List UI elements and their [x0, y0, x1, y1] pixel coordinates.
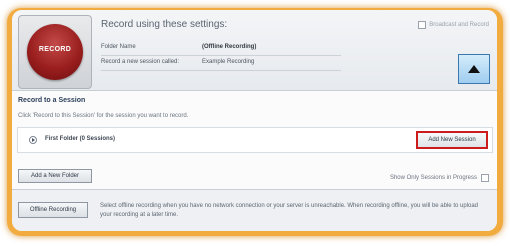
offline-panel: Offline Recording Select offline recordi… — [12, 190, 497, 231]
session-panel-title: Record to a Session — [18, 97, 86, 104]
collapse-button[interactable] — [458, 54, 490, 84]
session-name-field[interactable]: Example Recording — [202, 59, 254, 65]
divider — [101, 70, 341, 71]
record-label: RECORD — [38, 46, 72, 53]
record-icon: RECORD — [27, 24, 83, 80]
folder-name-label: Folder Name — [101, 44, 136, 50]
add-new-session-button[interactable]: Add New Session — [416, 131, 488, 149]
add-new-folder-button[interactable]: Add a New Folder — [18, 169, 92, 183]
settings-title: Record using these settings: — [101, 19, 228, 30]
offline-recording-button[interactable]: Offline Recording — [18, 202, 88, 218]
session-panel-hint: Click 'Record to this Session' for the s… — [18, 113, 189, 119]
session-panel: Record to a Session Click 'Record to thi… — [12, 91, 497, 190]
session-name-row: Record a new session called: Example Rec… — [101, 59, 254, 65]
folder-name: First Folder (0 Sessions) — [45, 136, 116, 142]
session-name-label: Record a new session called: — [101, 59, 180, 65]
show-progress-label: Show Only Sessions in Progress — [389, 175, 477, 181]
show-progress-option[interactable]: Show Only Sessions in Progress — [390, 174, 489, 182]
folder-name-row: Folder Name (Offline Recording) — [101, 44, 256, 50]
expand-icon[interactable] — [29, 136, 37, 144]
record-button[interactable]: RECORD — [18, 15, 92, 89]
chevron-up-icon — [468, 65, 480, 73]
folder-row[interactable]: First Folder (0 Sessions) Add New Sessio… — [17, 127, 493, 153]
folder-name-value[interactable]: (Offline Recording) — [202, 44, 256, 50]
broadcast-option[interactable]: Broadcast and Record — [418, 21, 489, 29]
show-progress-checkbox[interactable] — [481, 174, 489, 182]
recorder-window: RECORD Record using these settings: Broa… — [12, 10, 497, 231]
divider — [101, 55, 341, 56]
settings-panel: RECORD Record using these settings: Broa… — [12, 10, 497, 91]
broadcast-checkbox[interactable] — [418, 21, 427, 29]
broadcast-label: Broadcast and Record — [429, 22, 489, 28]
offline-description: Select offline recording when you have n… — [100, 203, 479, 218]
